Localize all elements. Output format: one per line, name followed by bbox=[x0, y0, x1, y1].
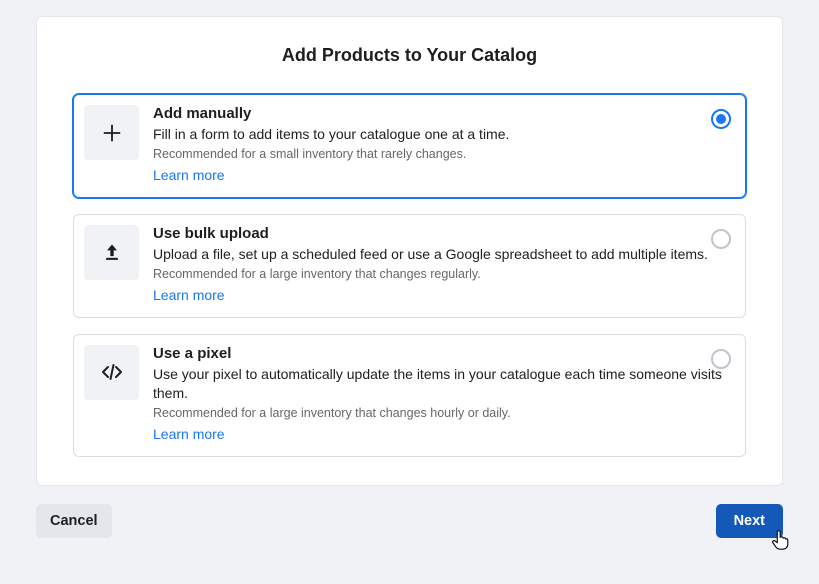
radio-use-pixel[interactable] bbox=[711, 349, 731, 369]
upload-icon bbox=[84, 225, 139, 280]
cursor-hand-icon bbox=[769, 528, 791, 552]
learn-more-link[interactable]: Learn more bbox=[153, 287, 225, 303]
option-desc: Fill in a form to add items to your cata… bbox=[153, 125, 733, 144]
next-button[interactable]: Next bbox=[716, 504, 783, 538]
page-title: Add Products to Your Catalog bbox=[73, 45, 746, 66]
option-rec: Recommended for a large inventory that c… bbox=[153, 267, 733, 281]
option-title: Add manually bbox=[153, 105, 733, 122]
learn-more-link[interactable]: Learn more bbox=[153, 167, 225, 183]
option-title: Use bulk upload bbox=[153, 225, 733, 242]
cancel-button[interactable]: Cancel bbox=[36, 504, 112, 538]
option-rec: Recommended for a large inventory that c… bbox=[153, 406, 733, 420]
main-card: Add Products to Your Catalog Add manuall… bbox=[36, 16, 783, 486]
option-content: Add manually Fill in a form to add items… bbox=[153, 105, 733, 185]
code-icon bbox=[84, 345, 139, 400]
option-desc: Use your pixel to automatically update t… bbox=[153, 365, 733, 403]
radio-bulk-upload[interactable] bbox=[711, 229, 731, 249]
option-use-pixel[interactable]: Use a pixel Use your pixel to automatica… bbox=[73, 334, 746, 457]
plus-icon bbox=[84, 105, 139, 160]
learn-more-link[interactable]: Learn more bbox=[153, 426, 225, 442]
option-bulk-upload[interactable]: Use bulk upload Upload a file, set up a … bbox=[73, 214, 746, 318]
option-content: Use a pixel Use your pixel to automatica… bbox=[153, 345, 733, 444]
option-title: Use a pixel bbox=[153, 345, 733, 362]
option-desc: Upload a file, set up a scheduled feed o… bbox=[153, 245, 733, 264]
option-rec: Recommended for a small inventory that r… bbox=[153, 147, 733, 161]
option-content: Use bulk upload Upload a file, set up a … bbox=[153, 225, 733, 305]
radio-add-manually[interactable] bbox=[711, 109, 731, 129]
footer: Cancel Next bbox=[36, 504, 783, 538]
option-add-manually[interactable]: Add manually Fill in a form to add items… bbox=[73, 94, 746, 198]
next-button-label: Next bbox=[734, 513, 765, 529]
